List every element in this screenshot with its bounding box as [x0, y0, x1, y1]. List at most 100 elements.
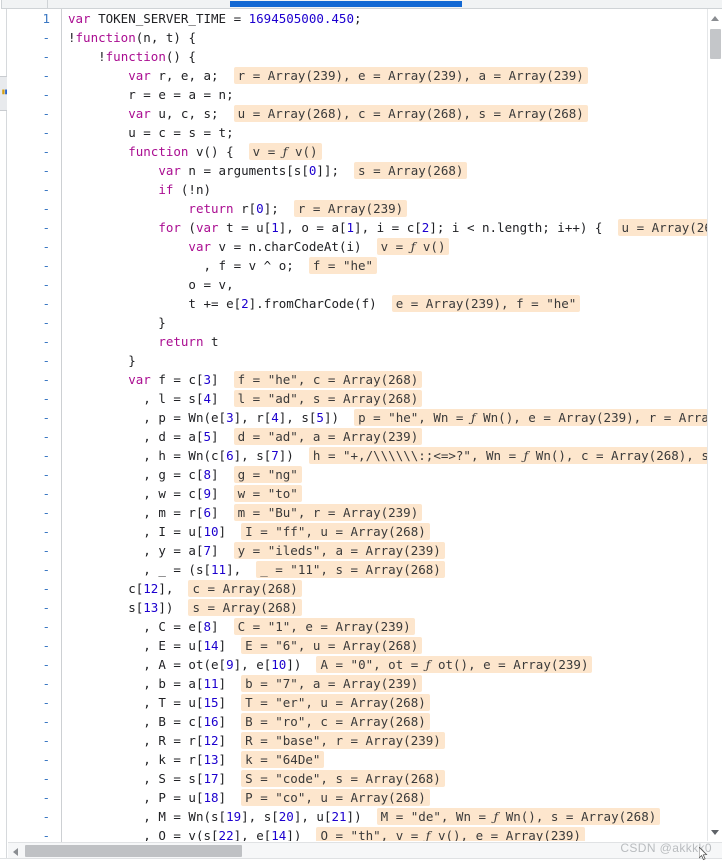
code-line[interactable]: for (var t = u[1], o = a[1], i = c[2]; i… — [63, 218, 711, 237]
line-number[interactable]: - — [8, 66, 61, 85]
vertical-scrollbar[interactable] — [707, 9, 722, 841]
code-line[interactable]: , w = c[9] w = "to" — [63, 484, 711, 503]
line-number[interactable]: - — [8, 427, 61, 446]
code-line[interactable]: , k = r[13] k = "64De" — [63, 750, 711, 769]
horizontal-scrollbar-thumb[interactable] — [25, 845, 242, 857]
line-number[interactable]: - — [8, 769, 61, 788]
code-line[interactable]: , B = c[16] B = "ro", c = Array(268) — [63, 712, 711, 731]
line-number[interactable]: - — [8, 674, 61, 693]
code-line[interactable]: } — [63, 351, 711, 370]
code-line[interactable]: o = v, — [63, 275, 711, 294]
line-number[interactable]: - — [8, 579, 61, 598]
code-line[interactable]: , A = ot(e[9], e[10]) A = "0", ot = ƒ ot… — [63, 655, 711, 674]
line-number[interactable]: - — [8, 731, 61, 750]
line-number[interactable]: - — [8, 750, 61, 769]
code-line[interactable]: !function(n, t) { — [63, 28, 711, 47]
line-number[interactable]: - — [8, 389, 61, 408]
code-line[interactable]: , O = v(s[22], e[14]) O = "th", v = ƒ v(… — [63, 826, 711, 841]
code-line[interactable]: t += e[2].fromCharCode(f) e = Array(239)… — [63, 294, 711, 313]
line-number[interactable]: - — [8, 28, 61, 47]
line-number[interactable]: - — [8, 465, 61, 484]
code-content-area[interactable]: var TOKEN_SERVER_TIME = 1694505000.450;!… — [63, 9, 711, 841]
code-line[interactable]: r = e = a = n; — [63, 85, 711, 104]
code-line[interactable]: , T = u[15] T = "er", u = Array(268) — [63, 693, 711, 712]
line-number[interactable]: - — [8, 693, 61, 712]
code-line[interactable]: , g = c[8] g = "ng" — [63, 465, 711, 484]
line-number[interactable]: - — [8, 446, 61, 465]
line-number[interactable]: - — [8, 541, 61, 560]
line-number[interactable]: - — [8, 807, 61, 826]
line-number[interactable]: - — [8, 617, 61, 636]
line-number[interactable]: - — [8, 237, 61, 256]
line-number[interactable]: - — [8, 655, 61, 674]
code-line[interactable]: , f = v ^ o; f = "he" — [63, 256, 711, 275]
left-rail-panel-tab[interactable]: ▮▮▮ — [0, 76, 7, 111]
code-line[interactable]: , m = r[6] m = "Bu", r = Array(239) — [63, 503, 711, 522]
line-number[interactable]: - — [8, 199, 61, 218]
code-line[interactable]: var f = c[3] f = "he", c = Array(268) — [63, 370, 711, 389]
line-number[interactable]: - — [8, 104, 61, 123]
code-line[interactable]: , P = u[18] P = "co", u = Array(268) — [63, 788, 711, 807]
vertical-scrollbar-thumb[interactable] — [710, 29, 721, 59]
code-line[interactable]: var r, e, a; r = Array(239), e = Array(2… — [63, 66, 711, 85]
code-line[interactable]: , R = r[12] R = "base", r = Array(239) — [63, 731, 711, 750]
line-number[interactable]: - — [8, 503, 61, 522]
line-number[interactable]: - — [8, 47, 61, 66]
line-number[interactable]: - — [8, 180, 61, 199]
code-line[interactable]: , _ = (s[11], _ = "11", s = Array(268) — [63, 560, 711, 579]
line-number[interactable]: - — [8, 161, 61, 180]
line-number[interactable]: - — [8, 598, 61, 617]
line-number[interactable]: - — [8, 218, 61, 237]
code-line[interactable]: if (!n) — [63, 180, 711, 199]
line-number[interactable]: - — [8, 560, 61, 579]
code-line[interactable]: s[13]) s = Array(268) — [63, 598, 711, 617]
code-line[interactable]: } — [63, 313, 711, 332]
line-number[interactable]: - — [8, 294, 61, 313]
scroll-up-arrow-icon[interactable] — [708, 11, 722, 25]
line-number-gutter[interactable]: 1---------------------------------------… — [8, 9, 62, 858]
code-line[interactable]: , l = s[4] l = "ad", s = Array(268) — [63, 389, 711, 408]
line-number[interactable]: - — [8, 408, 61, 427]
line-number[interactable]: - — [8, 712, 61, 731]
inline-value-hint: p = "he", Wn = ƒ Wn(), e = Array(239), r… — [354, 409, 711, 426]
line-number[interactable]: - — [8, 142, 61, 161]
code-line[interactable]: var u, c, s; u = Array(268), c = Array(2… — [63, 104, 711, 123]
line-number[interactable]: - — [8, 123, 61, 142]
code-line[interactable]: , E = u[14] E = "6", u = Array(268) — [63, 636, 711, 655]
code-line[interactable]: u = c = s = t; — [63, 123, 711, 142]
line-number[interactable]: - — [8, 522, 61, 541]
code-line[interactable]: !function() { — [63, 47, 711, 66]
code-line[interactable]: var n = arguments[s[0]]; s = Array(268) — [63, 161, 711, 180]
line-number[interactable]: 1 — [8, 9, 61, 28]
code-line[interactable]: , M = Wn(s[19], s[20], u[21]) M = "de", … — [63, 807, 711, 826]
code-line[interactable]: return r[0]; r = Array(239) — [63, 199, 711, 218]
horizontal-scrollbar[interactable] — [8, 842, 722, 858]
line-number[interactable]: - — [8, 351, 61, 370]
code-line[interactable]: function v() { v = ƒ v() — [63, 142, 711, 161]
code-line[interactable]: , b = a[11] b = "7", a = Array(239) — [63, 674, 711, 693]
code-line[interactable]: , d = a[5] d = "ad", a = Array(239) — [63, 427, 711, 446]
scroll-left-arrow-icon[interactable] — [9, 845, 22, 858]
line-number[interactable]: - — [8, 370, 61, 389]
code-line[interactable]: , S = s[17] S = "code", s = Array(268) — [63, 769, 711, 788]
line-number[interactable]: - — [8, 788, 61, 807]
line-number[interactable]: - — [8, 85, 61, 104]
code-line[interactable]: , h = Wn(c[6], s[7]) h = "+,/\\\\\\:;<=>… — [63, 446, 711, 465]
line-number[interactable]: - — [8, 313, 61, 332]
code-line[interactable]: , p = Wn(e[3], r[4], s[5]) p = "he", Wn … — [63, 408, 711, 427]
code-line[interactable]: c[12], c = Array(268) — [63, 579, 711, 598]
code-line[interactable]: return t — [63, 332, 711, 351]
line-number[interactable]: - — [8, 256, 61, 275]
inline-value-hint: k = "64De" — [241, 751, 325, 768]
code-line[interactable]: var TOKEN_SERVER_TIME = 1694505000.450; — [63, 9, 711, 28]
code-line[interactable]: , I = u[10] I = "ff", u = Array(268) — [63, 522, 711, 541]
code-line[interactable]: , y = a[7] y = "ileds", a = Array(239) — [63, 541, 711, 560]
code-line[interactable]: var v = n.charCodeAt(i) v = ƒ v() — [63, 237, 711, 256]
line-number[interactable]: - — [8, 275, 61, 294]
scroll-down-arrow-icon[interactable] — [708, 825, 722, 839]
line-number[interactable]: - — [8, 484, 61, 503]
line-number[interactable]: - — [8, 332, 61, 351]
code-text: , I = u[10] — [68, 524, 227, 539]
line-number[interactable]: - — [8, 636, 61, 655]
code-line[interactable]: , C = e[8] C = "1", e = Array(239) — [63, 617, 711, 636]
